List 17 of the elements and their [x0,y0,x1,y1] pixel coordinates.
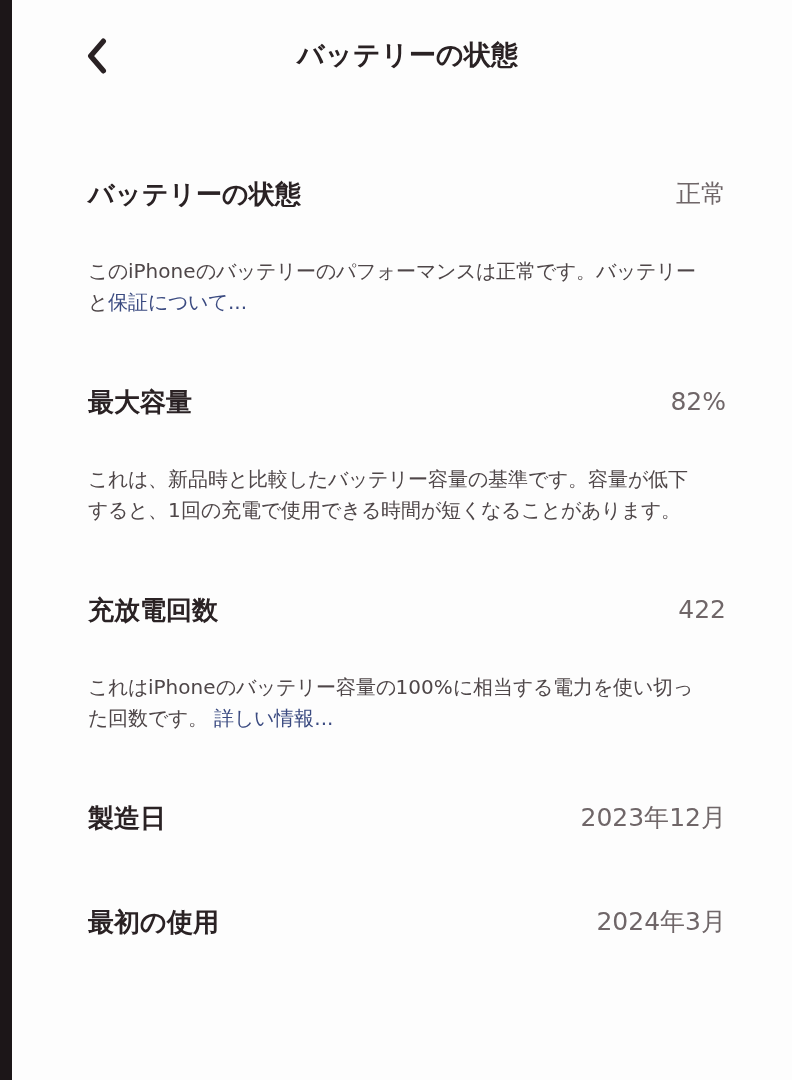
row-label: 製造日 [88,802,166,835]
row-value: 2024年3月 [596,906,726,938]
info-link[interactable]: 詳しい情報... [214,706,334,730]
row-value: 82% [670,386,726,418]
row-value: 422 [678,594,726,626]
row-label: バッテリーの状態 [88,178,301,211]
info-link[interactable]: 保証について... [108,290,248,314]
chevron-left-icon [86,38,108,74]
row-value: 2023年12月 [580,802,726,834]
description-text: このiPhoneのバッテリーのパフォーマンスは正常です。バッテリーと保証について... [88,258,697,316]
description-text: これは、新品時と比較したバッテリー容量の基準です。容量が低下すると、1回の充電で使用できる時間が短くなることがあります。 [88,466,689,524]
page-title: バッテリーの状態 [296,38,518,72]
description-text: これはiPhoneのバッテリー容量の100%に相当する電力を使い切った回数です。 詳しい情報... [88,674,694,732]
row-value: 正常 [676,178,726,210]
row-label: 充放電回数 [88,594,218,627]
row-label: 最大容量 [88,386,192,419]
row-label: 最初の使用 [88,906,219,939]
